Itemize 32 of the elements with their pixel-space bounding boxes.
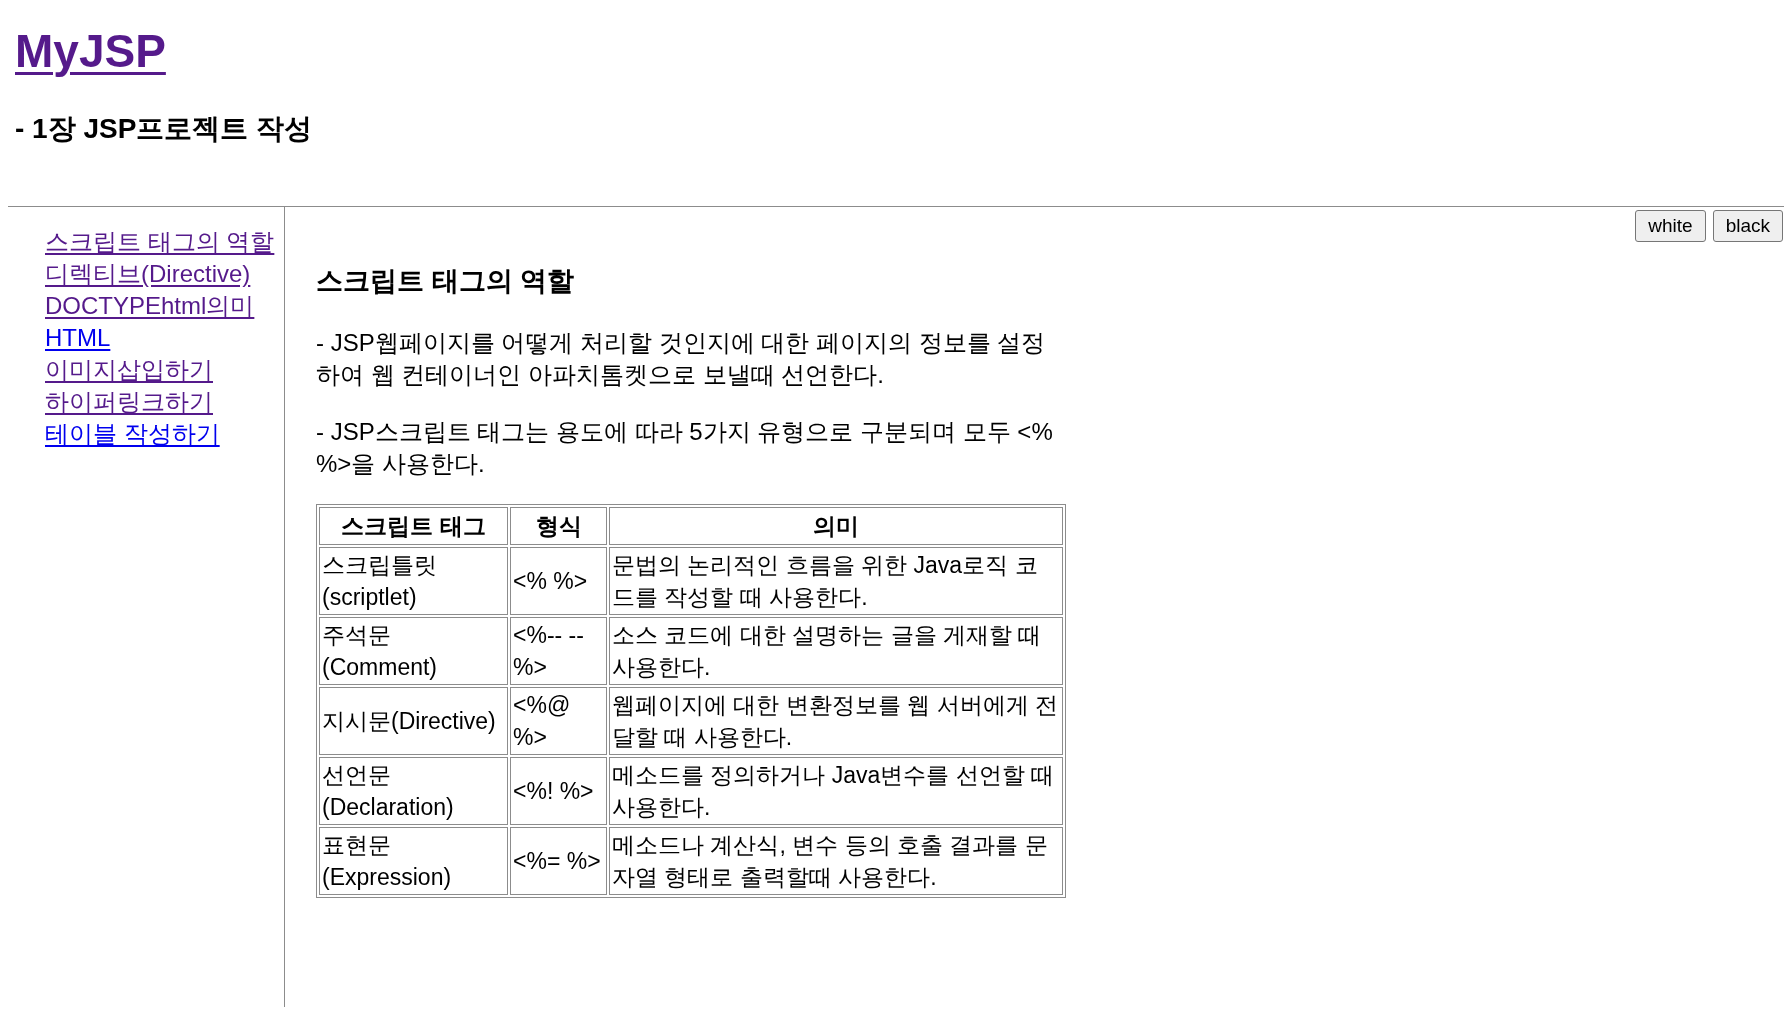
- table-cell: 메소드를 정의하거나 Java변수를 선언할 때 사용한다.: [609, 757, 1063, 825]
- sidebar-link[interactable]: 디렉티브(Directive): [45, 258, 251, 290]
- table-cell: 스크립틀릿(scriptlet): [319, 547, 508, 615]
- theme-button[interactable]: white: [1635, 210, 1706, 242]
- paragraph: - JSP스크립트 태그는 용도에 따라 5가지 유형으로 구분되며 모두 <% %>을 사용한다.: [316, 417, 1054, 479]
- table-cell: 문법의 논리적인 흐름을 위한 Java로직 코드를 작성할 때 사용한다.: [609, 547, 1063, 615]
- table-cell: 주석문(Comment): [319, 617, 508, 685]
- table-cell: <%-- --%>: [510, 617, 607, 685]
- sidebar-link[interactable]: 이미지삽입하기: [45, 354, 213, 386]
- table-header-cell: 형식: [510, 507, 607, 545]
- sidebar-link[interactable]: HTML: [45, 322, 111, 354]
- sidebar-link[interactable]: 테이블 작성하기: [45, 418, 220, 450]
- theme-button[interactable]: black: [1712, 210, 1783, 242]
- table-header-cell: 스크립트 태그: [319, 507, 508, 545]
- sidebar-link[interactable]: 하이퍼링크하기: [45, 386, 213, 418]
- table-cell: <%! %>: [510, 757, 607, 825]
- table-cell: <%= %>: [510, 827, 607, 895]
- page-subtitle: - 1장 JSP프로젝트 작성: [15, 112, 313, 146]
- sidebar-link[interactable]: 스크립트 태그의 역할: [45, 226, 275, 258]
- table-cell: 메소드나 계산식, 변수 등의 호출 결과를 문자열 형태로 출력할때 사용한다.: [609, 827, 1063, 895]
- table-cell: 지시문(Directive): [319, 687, 508, 755]
- paragraph: - JSP웹페이지를 어떻게 처리할 것인지에 대한 페이지의 정보를 설정하여 웹 컨테이너인 아파치톰켓으로 보낼때 선언한다.: [316, 328, 1047, 390]
- table-cell: 표현문(Expression): [319, 827, 508, 895]
- table-cell: <% %>: [510, 547, 607, 615]
- section-heading: 스크립트 태그의 역할: [316, 265, 574, 298]
- table-header-cell: 의미: [609, 507, 1063, 545]
- table-cell: 소스 코드에 대한 설명하는 글을 게재할 때 사용한다.: [609, 617, 1063, 685]
- table-cell: 선언문(Declaration): [319, 757, 508, 825]
- table-cell: 웹페이지에 대한 변환정보를 웹 서버에게 전달할 때 사용한다.: [609, 687, 1063, 755]
- site-title-link[interactable]: MyJSP: [15, 25, 166, 77]
- sidebar-link[interactable]: DOCTYPEhtml의미: [45, 290, 255, 322]
- table-cell: <%@ %>: [510, 687, 607, 755]
